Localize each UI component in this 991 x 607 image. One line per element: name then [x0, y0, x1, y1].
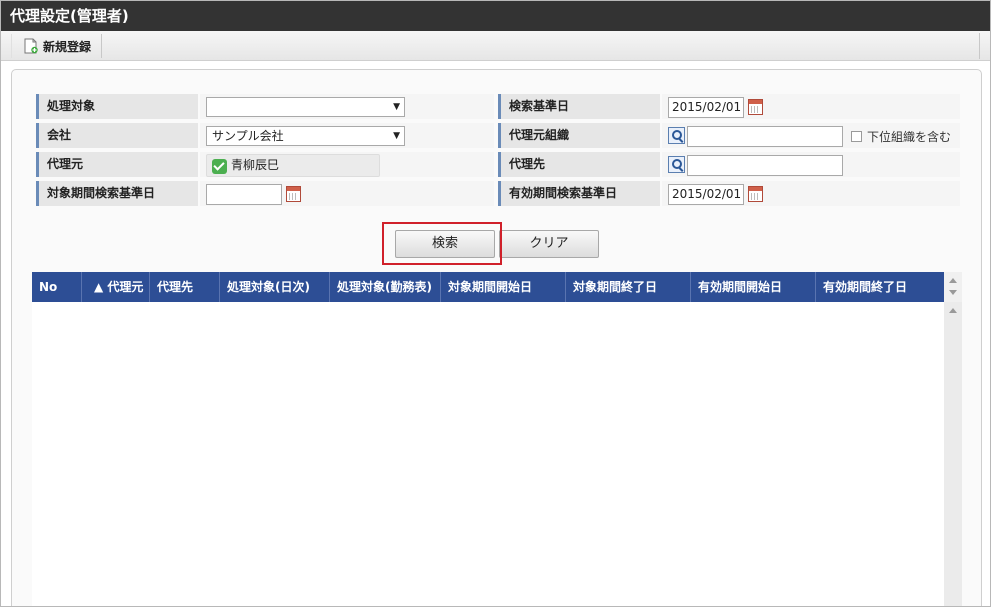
new-registration-label: 新規登録: [43, 39, 92, 54]
target-period-date-cell: [200, 181, 494, 206]
header-scroll-control: [944, 272, 962, 302]
delegator-user-name: 青柳辰巳: [231, 158, 280, 172]
column-header-target-end[interactable]: 対象期間終了日: [566, 272, 691, 302]
form-row-3: 代理元 青柳辰巳 代理先: [36, 150, 960, 179]
new-registration-button[interactable]: 新規登録: [11, 34, 103, 58]
target-period-date-label: 対象期間検索基準日: [36, 181, 198, 206]
scroll-up-icon[interactable]: [949, 278, 957, 283]
chevron-down-icon: ▼: [393, 131, 400, 141]
delegate-input[interactable]: [687, 155, 843, 176]
company-label: 会社: [36, 123, 198, 148]
delegator-label: 代理元: [36, 152, 198, 177]
delegator-org-input[interactable]: [687, 126, 843, 147]
search-icon[interactable]: [668, 156, 685, 173]
vertical-scrollbar[interactable]: [944, 302, 962, 606]
search-base-date-cell: 2015/02/01: [662, 94, 960, 119]
valid-period-date-cell: 2015/02/01: [662, 181, 960, 206]
company-value: サンプル会社: [212, 129, 284, 143]
column-header-target-timesheet[interactable]: 処理対象(勤務表): [330, 272, 441, 302]
search-base-date-label: 検索基準日: [498, 94, 660, 119]
company-select[interactable]: サンプル会社 ▼: [206, 126, 405, 146]
valid-period-date-input[interactable]: 2015/02/01: [668, 184, 744, 205]
valid-period-date-label: 有効期間検索基準日: [498, 181, 660, 206]
calendar-icon[interactable]: [748, 99, 763, 115]
include-sub-orgs-checkbox[interactable]: [851, 131, 862, 142]
delegator-org-label: 代理元組織: [498, 123, 660, 148]
delegator-org-cell: 下位組織を含む: [662, 123, 960, 148]
calendar-icon[interactable]: [748, 186, 763, 202]
column-header-target-daily[interactable]: 処理対象(日次): [220, 272, 330, 302]
app-window: 代理設定(管理者) 新規登録 処理対象 ▼ 検索基準日 2015/02/01 会…: [0, 0, 991, 607]
search-icon[interactable]: [668, 127, 685, 144]
form-row-4: 対象期間検索基準日 有効期間検索基準日 2015/02/01: [36, 179, 960, 208]
page-title: 代理設定(管理者): [1, 1, 990, 31]
scroll-down-icon[interactable]: [949, 290, 957, 295]
column-header-target-start[interactable]: 対象期間開始日: [441, 272, 566, 302]
column-header-valid-end[interactable]: 有効期間終了日: [816, 272, 944, 302]
form-row-1: 処理対象 ▼ 検索基準日 2015/02/01: [36, 92, 960, 121]
delegator-cell: 青柳辰巳: [200, 152, 494, 177]
column-header-delegator[interactable]: ▲ 代理元: [82, 272, 150, 302]
processing-target-label: 処理対象: [36, 94, 198, 119]
delegate-cell: [662, 152, 960, 177]
processing-target-cell: ▼: [200, 94, 494, 119]
delegate-label: 代理先: [498, 152, 660, 177]
toolbar: 新規登録: [1, 31, 990, 61]
column-header-delegate[interactable]: 代理先: [150, 272, 220, 302]
column-header-valid-start[interactable]: 有効期間開始日: [691, 272, 816, 302]
clear-button[interactable]: クリア: [499, 230, 599, 258]
search-panel: 処理対象 ▼ 検索基準日 2015/02/01 会社 サンプル会社 ▼ 代理元組…: [11, 69, 982, 606]
check-icon: [212, 159, 227, 174]
new-document-icon: [24, 38, 38, 54]
form-row-2: 会社 サンプル会社 ▼ 代理元組織 下位組織を含む: [36, 121, 960, 150]
results-grid-body: [32, 302, 944, 606]
results-grid-header: No ▲ 代理元 代理先 処理対象(日次) 処理対象(勤務表) 対象期間開始日 …: [32, 272, 944, 302]
column-header-no[interactable]: No: [32, 272, 82, 302]
scroll-up-icon[interactable]: [949, 308, 957, 313]
processing-target-select[interactable]: ▼: [206, 97, 405, 117]
include-sub-orgs-label: 下位組織を含む: [867, 130, 952, 144]
chevron-down-icon: ▼: [393, 102, 400, 112]
calendar-icon[interactable]: [286, 186, 301, 202]
company-cell: サンプル会社 ▼: [200, 123, 494, 148]
target-period-date-input[interactable]: [206, 184, 282, 205]
toolbar-divider: [979, 33, 980, 59]
search-button-highlight: [382, 222, 502, 265]
search-base-date-input[interactable]: 2015/02/01: [668, 97, 744, 118]
delegator-user-chip[interactable]: 青柳辰巳: [206, 154, 380, 177]
